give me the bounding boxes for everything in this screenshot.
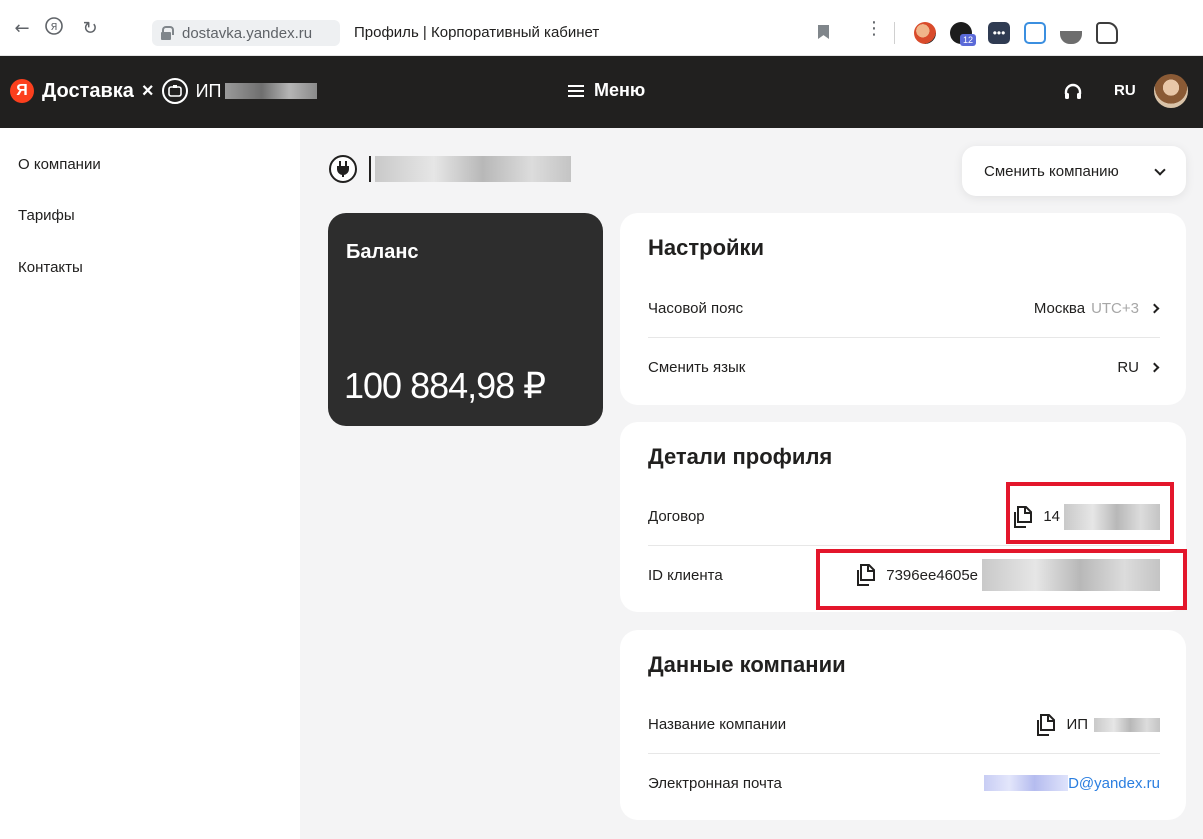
sidebar: О компании Тарифы Контакты: [0, 128, 300, 839]
company-name-label: Название компании: [648, 716, 787, 733]
chevron-right-icon: [1149, 362, 1160, 372]
menu-button[interactable]: Меню: [568, 80, 645, 101]
svg-text:Я: Я: [51, 22, 58, 33]
menu-label: Меню: [594, 80, 646, 100]
switch-company-label: Сменить компанию: [984, 162, 1119, 180]
balance-title: Баланс: [346, 241, 419, 263]
email-value-redacted: [984, 775, 1069, 791]
email-value-wrap[interactable]: D@yandex.ru: [984, 775, 1160, 792]
sidebar-item-about[interactable]: О компании: [18, 156, 101, 173]
header-company-prefix: ИП: [195, 80, 222, 101]
extension-badge-count: 12: [959, 34, 976, 46]
header-company-name-redacted: [225, 83, 318, 99]
email-row: Электронная почта D@yandex.ru: [648, 754, 1160, 812]
timezone-label: Часовой пояс: [648, 300, 744, 317]
extension-screen-icon[interactable]: [1024, 22, 1046, 44]
chevron-down-icon: [1154, 164, 1166, 176]
timezone-offset: UTC+3: [1091, 300, 1139, 317]
brand-separator: ×: [141, 79, 154, 102]
language-row[interactable]: Сменить язык RU: [648, 338, 1160, 396]
company-data-card: Данные компании Название компании ИП Эле…: [620, 630, 1186, 820]
plug-icon: [329, 155, 357, 183]
language-switch[interactable]: RU: [1114, 82, 1136, 99]
url-text: dostavka.yandex.ru: [182, 24, 313, 42]
company-name-cursor: [369, 156, 371, 182]
extension-dots-icon[interactable]: •••: [988, 22, 1010, 44]
copy-icon[interactable]: [1036, 713, 1056, 736]
company-heading: [329, 155, 571, 183]
company-name-row: Название компании ИП: [648, 696, 1160, 754]
settings-title: Настройки: [648, 235, 765, 260]
extension-hat-icon[interactable]: [1060, 22, 1082, 44]
extension-avatar-icon[interactable]: [914, 22, 936, 44]
hamburger-icon: [568, 84, 584, 97]
company-name-redacted: [375, 156, 571, 182]
balance-value: 100 884,98 ₽: [344, 365, 546, 406]
user-avatar[interactable]: [1154, 74, 1188, 108]
toolbar-divider: [894, 22, 895, 44]
email-value[interactable]: D@yandex.ru: [1068, 775, 1160, 792]
app-header: Я Доставка × ИП Меню RU: [0, 56, 1203, 128]
contract-label: Договор: [648, 508, 705, 525]
timezone-city: Москва: [1033, 300, 1086, 317]
yandex-logo-icon: Я: [10, 79, 34, 103]
browser-toolbar: ← Я ↻ dostavka.yandex.ru Профиль | Корпо…: [0, 0, 1203, 56]
company-name-value-wrap[interactable]: ИП: [1036, 713, 1160, 736]
profile-details-title: Детали профиля: [648, 444, 833, 469]
lock-icon: [160, 26, 174, 40]
language-label: Сменить язык: [648, 358, 746, 376]
sidebar-item-contacts[interactable]: Контакты: [18, 259, 83, 276]
more-menu-icon[interactable]: ⋮: [864, 18, 884, 39]
settings-card: Настройки Часовой пояс Москва UTC+3 Смен…: [620, 213, 1186, 405]
client-id-highlight-box: [816, 549, 1187, 610]
partner-logo-icon: [161, 78, 188, 104]
page-title: Профиль | Корпоративный кабинет: [354, 24, 600, 41]
address-bar[interactable]: dostavka.yandex.ru: [152, 20, 340, 46]
balance-card[interactable]: Баланс 100 884,98 ₽: [328, 213, 603, 426]
timezone-value: Москва UTC+3: [1034, 300, 1160, 317]
company-name-value: ИП: [1066, 716, 1088, 733]
timezone-row[interactable]: Часовой пояс Москва UTC+3: [648, 280, 1160, 338]
contract-highlight-box: [1006, 482, 1174, 544]
switch-company-button[interactable]: Сменить компанию: [962, 146, 1186, 196]
reload-icon[interactable]: ↻: [80, 18, 100, 39]
extension-badge-icon[interactable]: 12: [950, 22, 976, 46]
company-data-title: Данные компании: [648, 652, 846, 677]
client-id-label: ID клиента: [648, 566, 723, 584]
language-value: RU: [1117, 358, 1139, 376]
company-name-value-redacted: [1094, 717, 1160, 732]
extension-puzzle-icon[interactable]: [1096, 22, 1118, 44]
email-label: Электронная почта: [648, 774, 782, 792]
language-value-wrap: RU: [1117, 359, 1160, 376]
sidebar-item-tariffs[interactable]: Тарифы: [18, 207, 75, 224]
brand-name: Доставка: [42, 79, 134, 102]
brand-block[interactable]: Я Доставка × ИП: [10, 78, 318, 104]
yandex-browser-icon[interactable]: Я: [44, 16, 64, 36]
bookmark-icon[interactable]: [818, 25, 829, 39]
back-arrow-icon[interactable]: ←: [12, 18, 32, 39]
headset-support-icon[interactable]: [1063, 82, 1083, 102]
chevron-right-icon: [1149, 303, 1160, 314]
